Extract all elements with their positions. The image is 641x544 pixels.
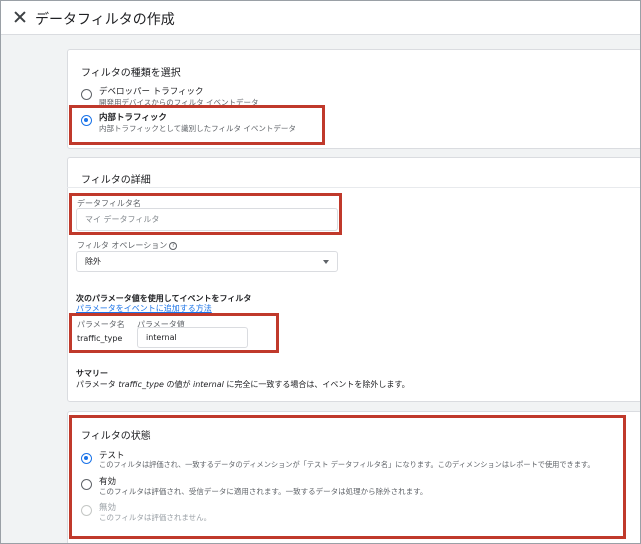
option-developer-traffic-desc: 開発用デバイスからのフィルタ イベントデータ <box>99 98 259 107</box>
filter-type-title: フィルタの種類を選択 <box>81 68 181 79</box>
close-icon[interactable] <box>13 10 27 24</box>
summary-text: パラメータ traffic_type の値が internal に完全に一致する… <box>76 379 410 390</box>
filter-details-title: フィルタの詳細 <box>81 175 151 186</box>
help-icon[interactable]: ? <box>169 241 178 250</box>
filter-status-card <box>67 411 640 543</box>
status-test-desc: このフィルタは評価され、一致するデータのディメンションが「テスト データフィルタ… <box>99 460 595 469</box>
details-divider <box>67 187 640 188</box>
param-name-value: traffic_type <box>77 334 123 343</box>
dialog-title: データフィルタの作成 <box>35 12 175 28</box>
param-value-input[interactable]: internal <box>137 327 248 348</box>
operation-select[interactable]: 除外 <box>76 251 338 272</box>
operation-label: フィルタ オペレーション? <box>77 240 178 251</box>
option-developer-traffic-label: デベロッパー トラフィック <box>99 87 204 97</box>
radio-status-active[interactable] <box>81 479 92 490</box>
param-name-label: パラメータ名 <box>77 320 125 329</box>
param-help-link[interactable]: パラメータをイベントに追加する方法 <box>76 303 212 314</box>
dialog-frame: データフィルタの作成 フィルタの種類を選択 デベロッパー トラフィック 開発用デ… <box>0 0 641 544</box>
chevron-down-icon <box>323 260 329 264</box>
option-internal-traffic-label: 内部トラフィック <box>99 113 167 123</box>
radio-status-inactive <box>81 505 92 516</box>
filter-name-input[interactable]: マイ データフィルタ <box>76 208 338 231</box>
radio-status-test[interactable] <box>81 453 92 464</box>
dialog-header: データフィルタの作成 <box>1 1 640 35</box>
filter-status-title: フィルタの状態 <box>81 431 151 442</box>
summary-suffix: に完全に一致する場合は、イベントを除外します。 <box>223 380 410 389</box>
summary-mid: の値が <box>163 380 193 389</box>
summary-title: サマリー <box>76 369 108 378</box>
operation-select-value: 除外 <box>85 257 101 266</box>
option-internal-traffic-desc: 内部トラフィックとして識別したフィルタ イベントデータ <box>99 124 296 133</box>
status-active-desc: このフィルタは評価され、受信データに適用されます。一致するデータは処理から除外さ… <box>99 487 428 496</box>
summary-value: internal <box>193 380 224 389</box>
summary-param: traffic_type <box>118 380 164 389</box>
filter-details-card <box>67 157 640 402</box>
operation-label-text: フィルタ オペレーション <box>77 241 168 250</box>
status-inactive-desc: このフィルタは評価されません。 <box>99 513 212 522</box>
summary-prefix: パラメータ <box>76 380 119 389</box>
radio-developer-traffic[interactable] <box>81 89 92 100</box>
radio-internal-traffic[interactable] <box>81 115 92 126</box>
